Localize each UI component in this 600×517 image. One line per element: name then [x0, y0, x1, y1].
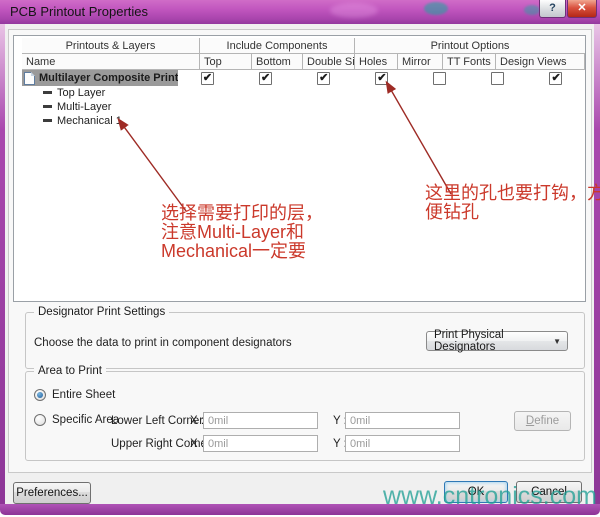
checkbox-top[interactable] [201, 72, 214, 85]
ok-button[interactable]: OK [444, 481, 508, 503]
column-header-bottom: Bottom [252, 54, 303, 69]
window-title: PCB Printout Properties [10, 4, 148, 19]
upper-right-x-field[interactable]: 0mil [203, 435, 318, 452]
group-header-printouts-layers: Printouts & Layers [22, 38, 200, 53]
layer-dash-icon [43, 91, 52, 94]
help-button[interactable]: ? [539, 0, 566, 18]
layer-dash-icon [43, 119, 52, 122]
layer-label: Multi-Layer [57, 101, 111, 113]
preferences-button[interactable]: Preferences... [13, 482, 91, 504]
checkbox-tt-fonts[interactable] [491, 72, 504, 85]
radio-entire-sheet[interactable] [34, 389, 46, 401]
x-label: X : [190, 415, 204, 427]
layer-dash-icon [43, 105, 52, 108]
checkbox-design-views[interactable] [549, 72, 562, 85]
close-button[interactable]: ✕ [567, 0, 597, 18]
titlebar-smudge [330, 3, 378, 18]
layer-item-mechanical-1[interactable]: Mechanical 1 [22, 114, 122, 127]
checkbox-bottom[interactable] [259, 72, 272, 85]
group-legend: Designator Print Settings [34, 306, 169, 318]
printout-row[interactable]: Multilayer Composite Print [22, 70, 585, 86]
designator-dropdown-value: Print Physical Designators [434, 329, 567, 353]
column-header-top: Top [200, 54, 252, 69]
lower-left-y-field[interactable]: 0mil [345, 412, 460, 429]
window-border-bottom [0, 504, 600, 515]
radio-specific-area-label[interactable]: Specific Area [52, 414, 119, 426]
checkbox-holes[interactable] [375, 72, 388, 85]
designator-print-settings-group: Designator Print Settings Choose the dat… [25, 312, 585, 369]
column-header-name: Name [22, 54, 200, 69]
column-header-double-sided: Double Si... [303, 54, 355, 69]
radio-entire-sheet-label[interactable]: Entire Sheet [52, 389, 115, 401]
layer-label: Top Layer [57, 87, 105, 99]
window-border-right [594, 24, 600, 505]
define-button[interactable]: Define [514, 411, 571, 431]
column-header-row: Name Top Bottom Double Si... Holes Mirro… [22, 54, 585, 70]
column-header-design-views: Design Views [496, 54, 585, 69]
chevron-down-icon: ▼ [553, 337, 561, 346]
pcb-printout-properties-dialog: PCB Printout Properties ? ✕ Printouts & … [0, 0, 600, 517]
radio-specific-area[interactable] [34, 414, 46, 426]
designator-dropdown[interactable]: Print Physical Designators ▼ [426, 331, 568, 351]
printout-name: Multilayer Composite Print [39, 72, 178, 84]
group-header-printout-options: Printout Options [355, 38, 585, 53]
watermark-smudge [424, 2, 448, 15]
layer-item-multi-layer[interactable]: Multi-Layer [22, 100, 111, 113]
lower-left-x-field[interactable]: 0mil [203, 412, 318, 429]
layer-label: Mechanical 1 [57, 115, 122, 127]
designator-instruction: Choose the data to print in component de… [34, 337, 292, 349]
x-label: X : [190, 438, 204, 450]
upper-right-y-field[interactable]: 0mil [345, 435, 460, 452]
printouts-table: Printouts & Layers Include Components Pr… [13, 35, 586, 302]
column-header-mirror: Mirror [398, 54, 443, 69]
area-to-print-group: Area to Print Entire Sheet Specific Area… [25, 371, 585, 461]
checkbox-double-sided[interactable] [317, 72, 330, 85]
title-bar[interactable]: PCB Printout Properties ? ✕ [0, 0, 600, 24]
checkbox-mirror[interactable] [433, 72, 446, 85]
group-header-include-components: Include Components [200, 38, 355, 53]
column-header-holes: Holes [355, 54, 398, 69]
column-header-tt-fonts: TT Fonts [443, 54, 496, 69]
group-header-row: Printouts & Layers Include Components Pr… [22, 38, 585, 54]
cancel-button[interactable]: Cancel [516, 481, 582, 503]
layer-item-top-layer[interactable]: Top Layer [22, 86, 105, 99]
group-legend: Area to Print [34, 365, 106, 377]
printout-name-cell[interactable]: Multilayer Composite Print [22, 70, 178, 86]
watermark-smudge [524, 5, 540, 15]
document-icon [24, 72, 35, 85]
